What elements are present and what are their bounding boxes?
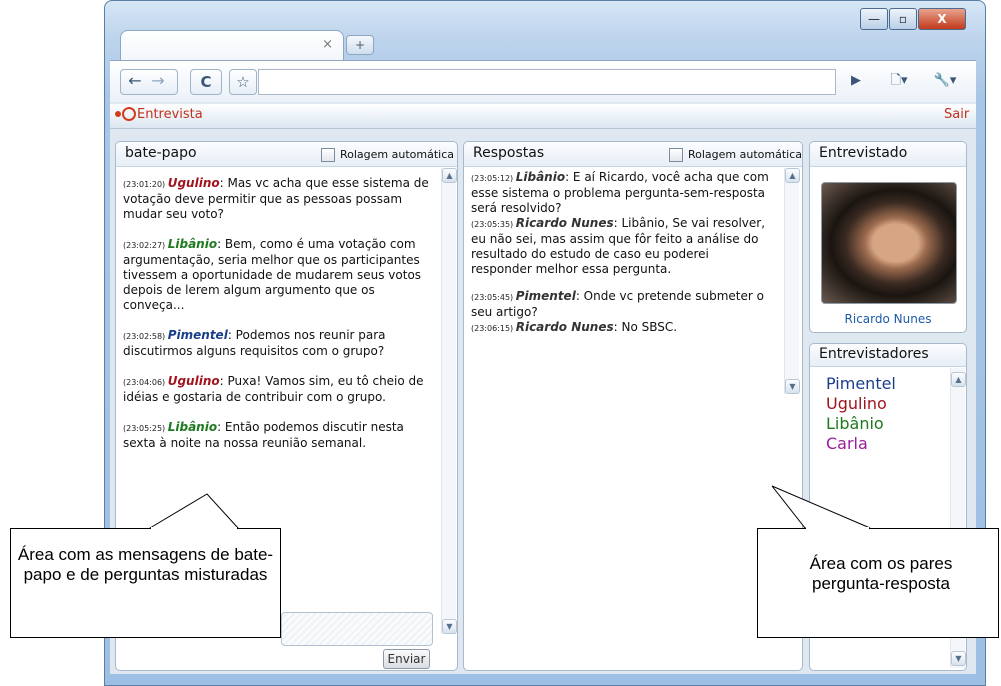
callout-joint [151,527,237,529]
right-callout-pointer [771,485,871,529]
callout-joint [806,527,869,529]
left-callout-pointer [148,493,240,529]
right-callout: Área com os pares pergunta-resposta [757,528,999,638]
left-callout: Área com as mensagens de bate-papo e de … [10,528,281,638]
